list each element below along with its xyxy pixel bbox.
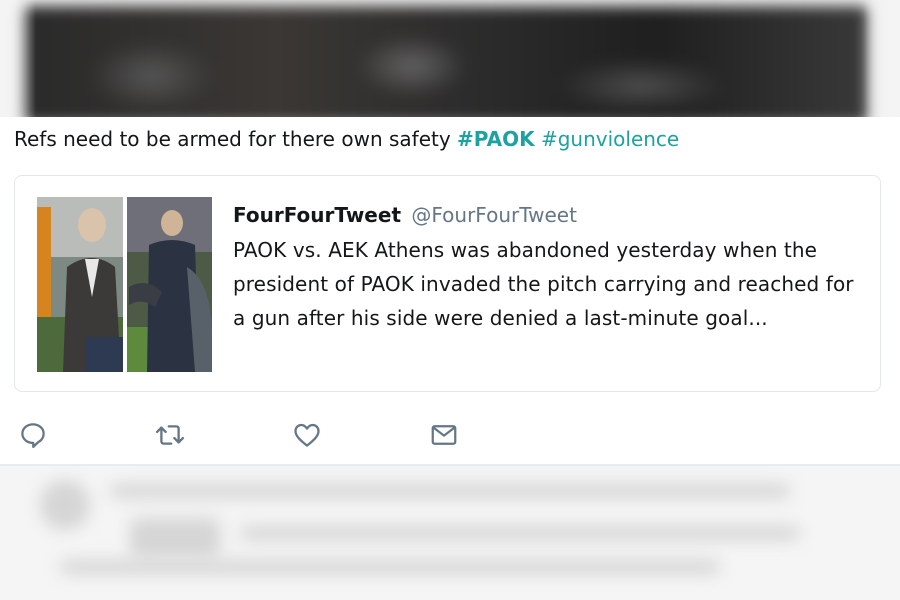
tweet-body: Refs need to be armed for there own safe… <box>14 127 458 151</box>
thumbnail-image <box>37 197 212 372</box>
quoted-tweet-text: PAOK vs. AEK Athens was abandoned yester… <box>233 238 854 330</box>
hashtag-paok[interactable]: #PAOK <box>457 127 535 151</box>
envelope-icon <box>431 425 457 445</box>
retweet-icon <box>155 425 185 445</box>
blurred-previous-tweet-media <box>0 0 900 117</box>
quoted-tweet-body: FourFourTweet @FourFourTweet PAOK vs. AE… <box>233 200 863 335</box>
quoted-tweet-card[interactable]: FourFourTweet @FourFourTweet PAOK vs. AE… <box>14 175 881 392</box>
heart-icon <box>294 423 320 447</box>
quoted-author-handle[interactable]: @FourFourTweet <box>411 203 577 227</box>
tweet-actions <box>0 410 900 460</box>
like-button[interactable] <box>290 418 324 452</box>
hashtag-gunviolence[interactable]: #gunviolence <box>541 127 679 151</box>
quoted-tweet-header: FourFourTweet @FourFourTweet <box>233 200 863 230</box>
quoted-author-name[interactable]: FourFourTweet <box>233 203 401 227</box>
reply-icon <box>21 423 45 448</box>
blurred-next-tweet <box>0 466 900 600</box>
quoted-tweet-thumbnail[interactable] <box>37 197 212 372</box>
tweet-text: Refs need to be armed for there own safe… <box>14 124 884 154</box>
reply-button[interactable] <box>16 418 50 452</box>
retweet-button[interactable] <box>153 418 187 452</box>
direct-message-button[interactable] <box>427 418 461 452</box>
